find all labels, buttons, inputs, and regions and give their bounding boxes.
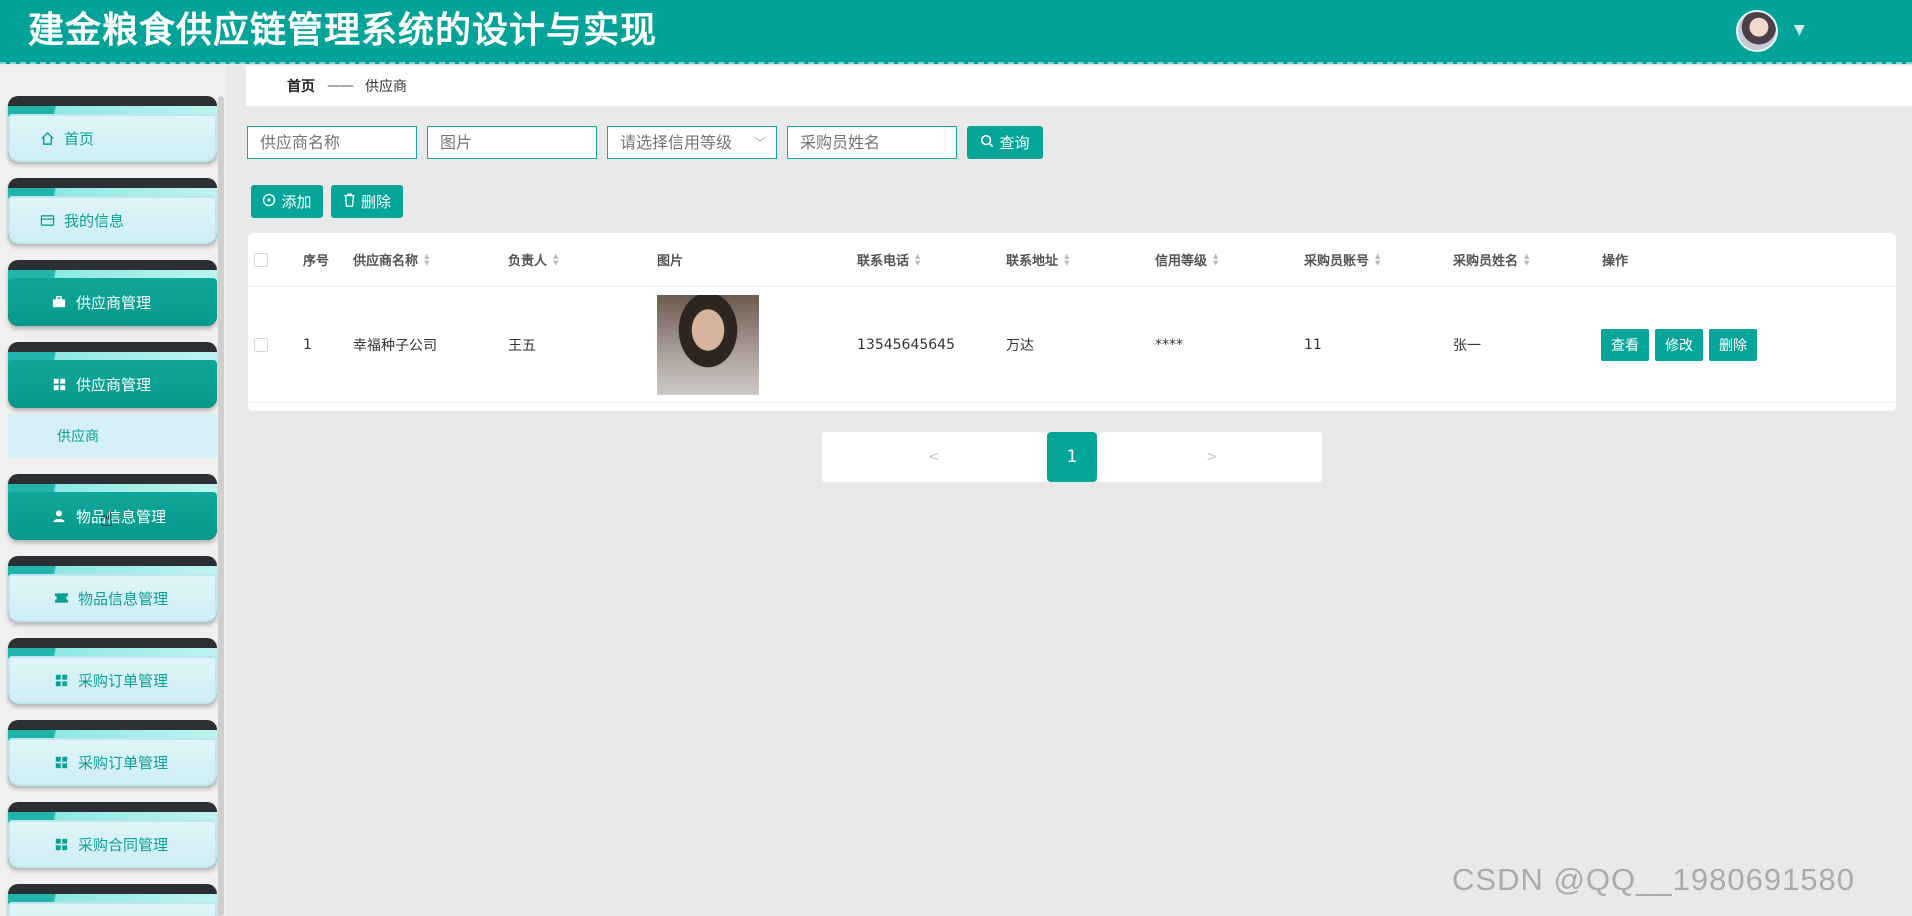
cell-buyer-account: 11 xyxy=(1304,336,1322,353)
add-button-label: 添加 xyxy=(281,193,312,211)
breadcrumb-current: 供应商 xyxy=(365,79,407,95)
sidebar: 首页 我的信息 供应商管理 供应商管理 供应商 物品信息管理 物品信息管理 采购… xyxy=(0,66,226,916)
sidebar-item-home[interactable]: 首页 xyxy=(8,96,217,162)
cell-supplier-name: 幸福种子公司 xyxy=(353,337,437,354)
sort-icon[interactable]: ▲ ▼ xyxy=(424,252,429,267)
grid-icon xyxy=(52,753,70,771)
select-all-checkbox[interactable] xyxy=(254,233,268,286)
cell-manager: 王五 xyxy=(508,337,536,354)
cell-credit: **** xyxy=(1155,336,1183,353)
sidebar-item-purchase-order[interactable]: 采购订单管理 xyxy=(8,638,217,704)
pagination: < 1 > xyxy=(822,432,1322,482)
supplier-table: 序号 供应商名称 ▲ ▼ 负责人 ▲ ▼ 图片 联系电话 ▲ ▼ 联系地址 ▲ ▼ 信用等级 ▲ ▼… xyxy=(248,233,1896,411)
query-button-label: 查询 xyxy=(999,134,1030,152)
sort-icon[interactable]: ▲ ▼ xyxy=(1064,252,1069,267)
column-header-operations: 操作 xyxy=(1602,254,1629,269)
user-icon xyxy=(50,507,68,525)
sidebar-item-label: 物品信息管理 xyxy=(78,589,169,608)
sort-icon[interactable]: ▲ ▼ xyxy=(1213,252,1218,267)
column-header-address[interactable]: 联系地址 ▲ ▼ xyxy=(1006,233,1069,286)
cell-image xyxy=(657,287,759,402)
sidebar-scrollbar[interactable] xyxy=(218,96,224,916)
card-icon xyxy=(38,211,56,229)
cell-buyer-name: 张一 xyxy=(1453,337,1481,354)
sidebar-item-label: 我的信息 xyxy=(64,211,125,230)
breadcrumb: 首页 —— 供应商 xyxy=(246,66,1912,106)
ticket-icon xyxy=(52,589,70,607)
watermark: CSDN @QQ__1980691580 xyxy=(1452,862,1856,897)
table-header: 序号 供应商名称 ▲ ▼ 负责人 ▲ ▼ 图片 联系电话 ▲ ▼ 联系地址 ▲ ▼ 信用等级 ▲ ▼… xyxy=(248,233,1896,287)
sort-icon[interactable]: ▲ ▼ xyxy=(1524,252,1529,267)
sidebar-item-goods-info[interactable]: 物品信息管理 xyxy=(8,556,217,622)
cell-address: 万达 xyxy=(1006,337,1034,354)
chevron-down-icon: ﹀ xyxy=(754,136,767,150)
sort-icon[interactable]: ▲ ▼ xyxy=(915,252,920,267)
home-icon xyxy=(38,129,56,147)
view-button[interactable]: 查看 xyxy=(1601,328,1649,361)
table-row: 1 幸福种子公司 王五 13545645645 万达 **** 11 张一 查看… xyxy=(248,287,1896,403)
delete-button-label: 删除 xyxy=(360,193,391,211)
supplier-photo[interactable] xyxy=(657,294,759,395)
next-page-button[interactable]: > xyxy=(1206,432,1218,482)
cell-operations: 查看 修改 删除 xyxy=(1601,287,1763,402)
grid-icon xyxy=(52,835,70,853)
briefcase-icon xyxy=(50,293,68,311)
column-header-image: 图片 xyxy=(657,254,684,269)
row-checkbox[interactable] xyxy=(254,287,268,402)
column-header-manager[interactable]: 负责人 ▲ ▼ xyxy=(508,233,558,286)
trash-icon xyxy=(343,193,356,211)
sidebar-item-label: 采购订单管理 xyxy=(78,753,169,772)
search-icon xyxy=(980,134,994,152)
column-header-supplier-name[interactable]: 供应商名称 ▲ ▼ xyxy=(353,233,429,286)
sidebar-item-label: 采购合同管理 xyxy=(78,835,169,854)
breadcrumb-home[interactable]: 首页 xyxy=(287,76,315,96)
sort-icon[interactable]: ▲ ▼ xyxy=(1375,252,1380,267)
sidebar-item-purchase-order-2[interactable]: 采购订单管理 xyxy=(8,720,217,786)
query-button[interactable]: 查询 xyxy=(967,126,1043,159)
app-title: 建金粮食供应链管理系统的设计与实现 xyxy=(28,10,658,51)
sidebar-item-label: 供应商管理 xyxy=(76,375,152,394)
supplier-name-input[interactable] xyxy=(247,126,417,159)
breadcrumb-separator: —— xyxy=(327,78,354,94)
cell-phone: 13545645645 xyxy=(857,336,955,353)
app-header: 建金粮食供应链管理系统的设计与实现 ▼ xyxy=(0,0,1912,64)
sidebar-item-label: 供应商管理 xyxy=(76,293,152,312)
sidebar-item-supplier-management-sub[interactable]: 供应商管理 xyxy=(8,342,217,408)
buyer-name-input[interactable] xyxy=(787,126,957,159)
sidebar-subitem-label: 供应商 xyxy=(57,429,99,445)
prev-page-button[interactable]: < xyxy=(928,432,940,482)
sidebar-item-supplier-management[interactable]: 供应商管理 xyxy=(8,260,217,326)
sidebar-item-label: 首页 xyxy=(64,129,95,148)
column-header-phone[interactable]: 联系电话 ▲ ▼ xyxy=(857,233,920,286)
column-header-buyer-name[interactable]: 采购员姓名 ▲ ▼ xyxy=(1453,233,1529,286)
sort-icon[interactable]: ▲ ▼ xyxy=(553,252,558,267)
plus-circle-icon xyxy=(262,193,276,211)
grid-icon xyxy=(52,671,70,689)
user-avatar[interactable] xyxy=(1736,10,1778,52)
delete-button[interactable]: 删除 xyxy=(331,185,403,218)
grid-icon xyxy=(50,375,68,393)
sidebar-item-purchase-contract[interactable]: 采购合同管理 xyxy=(8,802,217,868)
column-header-credit[interactable]: 信用等级 ▲ ▼ xyxy=(1155,233,1218,286)
sidebar-subitem-supplier[interactable]: 供应商 xyxy=(8,414,217,458)
image-input[interactable] xyxy=(427,126,597,159)
add-button[interactable]: 添加 xyxy=(251,185,323,218)
page-1-button[interactable]: 1 xyxy=(1047,432,1097,482)
column-header-buyer-account[interactable]: 采购员账号 ▲ ▼ xyxy=(1304,233,1380,286)
sidebar-item-label: 物品信息管理 xyxy=(76,507,167,526)
sidebar-item-my-info[interactable]: 我的信息 xyxy=(8,178,217,244)
edit-button[interactable]: 修改 xyxy=(1655,328,1703,361)
column-header-index: 序号 xyxy=(303,254,330,269)
sidebar-item-label: 采购订单管理 xyxy=(78,671,169,690)
mouse-pointer-icon: ☝ xyxy=(100,507,114,532)
sidebar-item-more[interactable] xyxy=(8,884,217,916)
credit-level-select[interactable] xyxy=(607,126,777,159)
row-delete-button[interactable]: 删除 xyxy=(1709,328,1757,361)
cell-index: 1 xyxy=(303,336,312,353)
chevron-down-icon[interactable]: ▼ xyxy=(1794,22,1805,38)
